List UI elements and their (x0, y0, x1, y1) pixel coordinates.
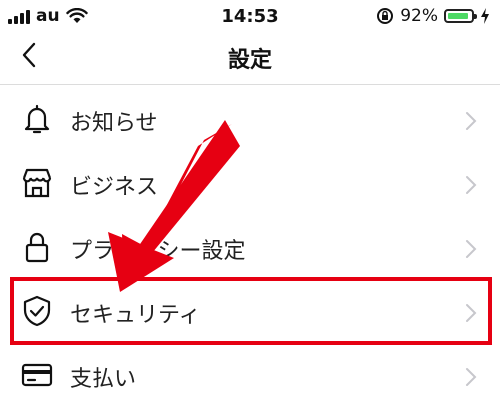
battery-percent: 92% (400, 6, 438, 26)
rotation-lock-icon (376, 7, 394, 25)
charging-icon (480, 8, 490, 24)
settings-item-business[interactable]: ビジネス (0, 152, 500, 216)
settings-item-notifications[interactable]: お知らせ (0, 88, 500, 152)
highlight-box (10, 277, 492, 345)
nav-bar: 設定 (0, 32, 500, 85)
status-bar: au 14:53 92% (0, 0, 500, 32)
settings-item-privacy[interactable]: プライバシー設定 (0, 216, 500, 280)
settings-item-label: お知らせ (70, 105, 158, 137)
settings-item-label: ビジネス (70, 169, 158, 201)
settings-item-label: プライバシー設定 (70, 233, 246, 265)
bell-icon (20, 102, 54, 136)
chevron-right-icon (464, 110, 478, 132)
settings-item-label: 支払い (70, 361, 136, 393)
chevron-right-icon (464, 174, 478, 196)
lock-icon (20, 230, 54, 264)
chevron-right-icon (464, 238, 478, 260)
chevron-right-icon (464, 366, 478, 388)
shop-icon (20, 166, 54, 200)
credit-card-icon (20, 358, 54, 392)
settings-item-payments[interactable]: 支払い (0, 344, 500, 408)
page-title: 設定 (0, 42, 500, 74)
battery-icon (444, 9, 474, 23)
